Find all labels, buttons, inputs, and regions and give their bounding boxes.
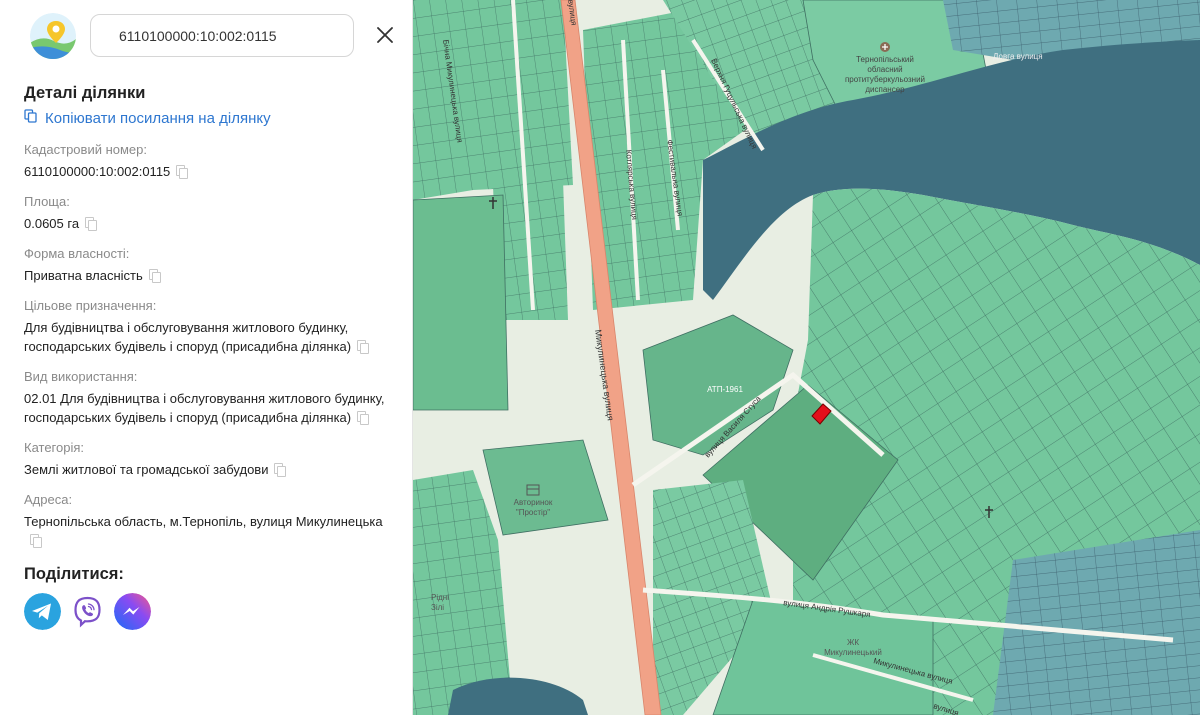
upper-left-parcels (413, 0, 573, 200)
map-label-zhk-1: ЖК (847, 638, 859, 647)
copy-link-label: Копіювати посилання на ділянку (45, 109, 271, 127)
copy-icon[interactable] (176, 165, 189, 179)
purpose-value: Для будівництва і обслуговування житлово… (24, 318, 394, 356)
left-large-parcel (413, 194, 509, 411)
app-logo[interactable] (30, 13, 76, 59)
map-label-market-1: Авторинок (514, 498, 553, 507)
copy-icon[interactable] (274, 463, 287, 477)
copy-icon[interactable] (85, 217, 98, 231)
category-value: Землі житлової та громадської забудови (24, 460, 394, 479)
share-title: Поділитися: (24, 565, 124, 583)
area-label: Площа: (24, 194, 70, 209)
cadastral-map[interactable]: Тернопільський обласний протитуберкульоз… (413, 0, 1200, 715)
usage-type-label: Вид використання: (24, 369, 138, 384)
map-label-zhk-2: Микулинецький (824, 648, 882, 657)
map-label-hospital-3: протитуберкульозний (845, 75, 925, 84)
share-buttons (24, 593, 394, 630)
map-label-ridni-2: Зілі (431, 603, 444, 612)
category-label: Категорія: (24, 440, 85, 455)
panel-title: Деталі ділянки (24, 84, 146, 102)
viber-icon[interactable] (69, 593, 106, 630)
map-label-market-2: "Простір" (516, 508, 550, 517)
map-label-hospital-2: обласний (867, 65, 902, 74)
telegram-icon[interactable] (24, 593, 61, 630)
address-value: Тернопільська область, м.Тернопіль, вули… (24, 512, 394, 550)
ownership-value: Приватна власність (24, 266, 394, 285)
close-icon[interactable] (372, 22, 398, 48)
purpose-label: Цільове призначення: (24, 298, 157, 313)
ownership-label: Форма власності: (24, 246, 130, 261)
copy-icon[interactable] (148, 269, 161, 283)
map-label-atp: АТП-1961 (707, 385, 743, 394)
hospital-icon (880, 42, 890, 52)
copy-icon[interactable] (30, 534, 42, 548)
usage-type-value: 02.01 Для будівництва і обслуговування ж… (24, 391, 385, 425)
details-panel: Деталі ділянки Копіювати посилання на ді… (0, 0, 413, 715)
messenger-icon[interactable] (114, 593, 151, 630)
cadastral-number-label: Кадастровий номер: (24, 142, 147, 157)
copy-link-button[interactable]: Копіювати посилання на ділянку (24, 107, 394, 129)
map-label-hospital-1: Тернопільський (856, 55, 914, 64)
address-label: Адреса: (24, 492, 73, 507)
street-label-dovha: Довга вулиця (993, 52, 1043, 61)
cadastral-search-input[interactable] (90, 14, 354, 57)
map-label-ridni-1: Рідні (431, 593, 449, 602)
copy-icon[interactable] (357, 340, 370, 354)
cadastral-number-value: 6110100000:10:002:0115 (24, 162, 394, 181)
map-label-hospital-4: диспансер (865, 85, 905, 94)
copy-icon[interactable] (357, 411, 370, 425)
area-value: 0.0605 га (24, 214, 394, 233)
copy-icon (24, 109, 37, 127)
